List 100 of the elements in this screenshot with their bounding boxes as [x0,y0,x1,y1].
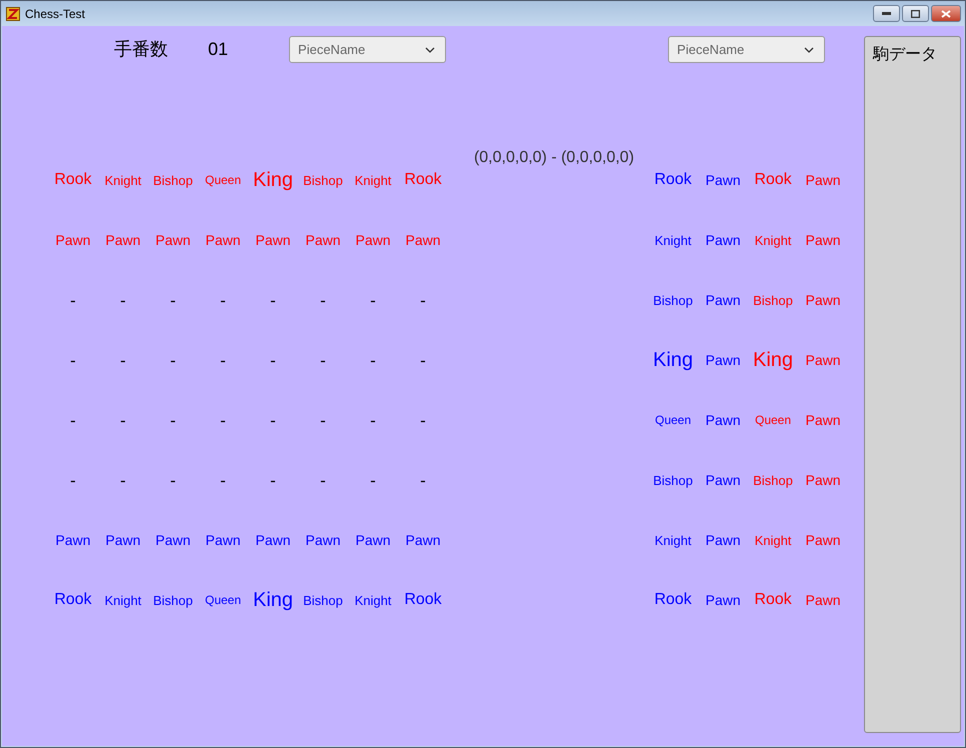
piece-label: Queen [654,414,692,426]
piece-label: - [70,292,76,308]
piece-label: Pawn [805,233,841,247]
chevron-down-icon [425,46,436,52]
piece-label: Pawn [705,533,741,547]
piece-label: Knight [754,534,792,546]
piece-label: Rook [654,592,692,608]
piece-label: Pawn [705,173,741,187]
piece-label: Pawn [155,533,191,547]
piece-label: Rook [404,592,442,608]
piece-label: - [370,352,376,368]
piece-label: Pawn [805,533,841,547]
piece-label: Rook [54,172,92,188]
piece-label: - [220,412,226,428]
score-text: (0,0,0,0,0) - (0,0,0,0,0) [474,148,634,166]
piece-label: Pawn [705,293,741,307]
piece-label: Pawn [705,233,741,247]
piece-label: Knight [754,234,792,246]
piece-label: Pawn [205,233,241,247]
piece-label: Knight [354,594,392,606]
piece-label: Pawn [305,233,341,247]
piece-label: Bishop [303,174,343,186]
piece-label: - [70,472,76,488]
piece-label: King [652,350,694,370]
piece-label: Bishop [653,474,693,486]
maximize-button[interactable] [902,5,929,22]
piece-label: Rook [404,172,442,188]
piece-label: - [120,412,126,428]
piece-dropdown[interactable]: PieceName [668,36,826,63]
piece-label: Pawn [105,533,141,547]
piece-label: - [170,412,176,428]
piece-label: - [70,352,76,368]
piece-label: - [370,472,376,488]
piece-label: - [370,292,376,308]
turn-label: 手番数 [114,38,168,61]
piece-label: - [270,292,276,308]
piece-label: Bishop [153,594,193,606]
piece-label: Pawn [705,593,741,607]
maximize-icon [911,10,920,18]
piece-label: Pawn [405,233,441,247]
piece-label: Pawn [805,293,841,307]
piece-label: Rook [754,172,792,188]
piece-dropdown[interactable]: PieceName [289,36,446,63]
piece-label: Pawn [405,533,441,547]
window-title: Chess-Test [25,6,86,22]
app-icon [6,6,20,20]
piece-label: Pawn [355,233,391,247]
piece-label: Bishop [753,294,793,306]
piece-label: Knight [104,594,142,606]
piece-label: - [170,352,176,368]
piece-label: Pawn [805,593,841,607]
piece-label: Pawn [805,173,841,187]
piece-label: - [120,352,126,368]
piece-label: - [270,412,276,428]
close-button[interactable] [931,5,961,22]
piece-label: - [320,352,326,368]
piece-label: - [420,412,426,428]
piece-label: Pawn [205,533,241,547]
piece-label: Knight [354,174,392,186]
piece-label: Pawn [705,353,741,367]
piece-label: - [420,472,426,488]
piece-label: - [120,292,126,308]
piece-label: Pawn [705,413,741,427]
piece-label: Bishop [153,174,193,186]
chevron-down-icon [804,46,814,52]
minimize-button[interactable] [873,5,900,22]
piece-label: Pawn [305,533,341,547]
piece-label: Rook [54,592,92,608]
piece-label: - [220,292,226,308]
piece-label: Pawn [155,233,191,247]
piece-label: - [320,412,326,428]
piece-label: - [270,352,276,368]
piece-label: - [170,472,176,488]
piece-label: - [320,292,326,308]
piece-label: Pawn [255,233,291,247]
piece-label: - [270,472,276,488]
piece-label: - [170,292,176,308]
piece-label: Pawn [55,533,91,547]
piece-label: Bishop [653,294,693,306]
piece-label: King [752,350,794,370]
piece-label: - [70,412,76,428]
piece-label: Rook [754,592,792,608]
piece-label: Knight [654,234,692,246]
piece-label: - [420,292,426,308]
close-icon [941,10,951,18]
piece-label: Pawn [805,413,841,427]
piece-label: Bishop [753,474,793,486]
piece-label: - [320,472,326,488]
piece-label: - [370,412,376,428]
piece-label: Pawn [55,233,91,247]
minimize-icon [882,12,891,15]
piece-label: Pawn [805,353,841,367]
piece-label: Knight [104,174,142,186]
piece-label: Knight [654,534,692,546]
piece-label: Pawn [705,473,741,487]
piece-label: Pawn [355,533,391,547]
piece-label: Bishop [303,594,343,606]
piece-label: - [220,352,226,368]
piece-label: Queen [204,594,242,606]
piece-label: Pawn [805,473,841,487]
